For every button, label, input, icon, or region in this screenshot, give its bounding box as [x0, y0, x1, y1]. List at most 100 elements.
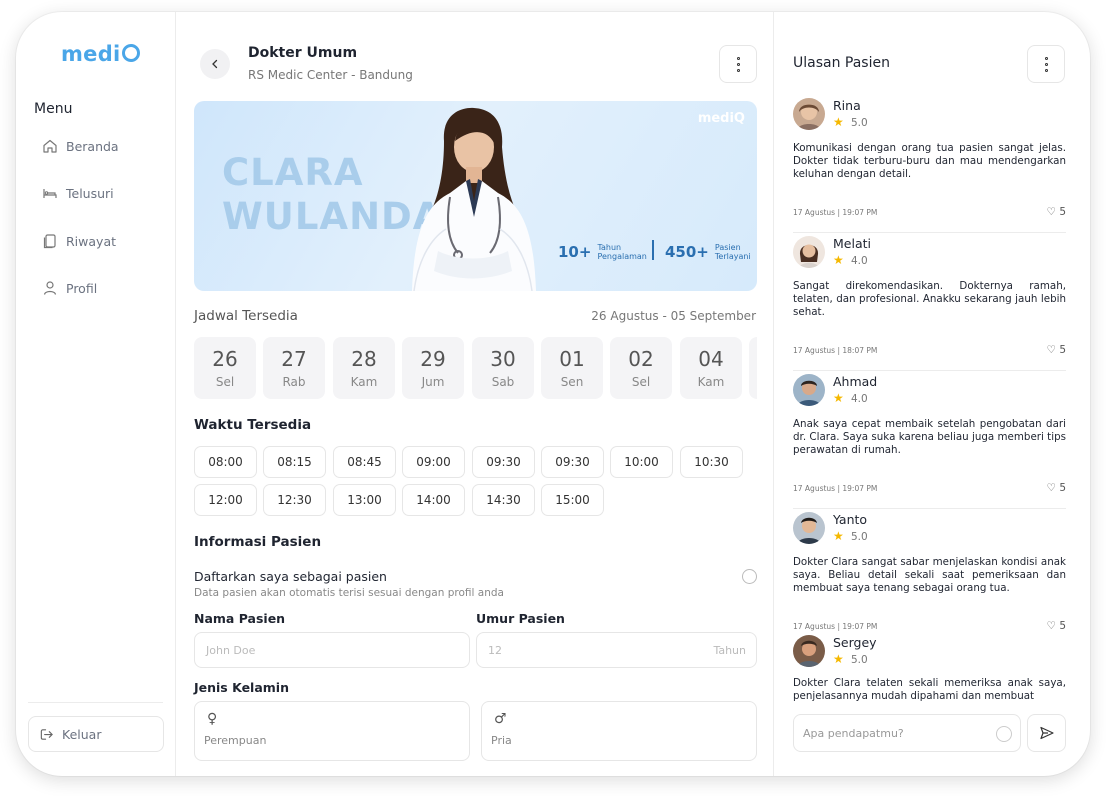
date-option[interactable]: 30 Sab — [472, 337, 534, 399]
sidebar-divider — [28, 702, 163, 703]
avatar — [793, 512, 825, 544]
schedule-range: 26 Agustus - 05 September — [591, 309, 756, 323]
sidebar-item-label: Riwayat — [66, 233, 116, 249]
sidebar-item-profil[interactable]: Profil — [42, 280, 97, 296]
avatar — [793, 98, 825, 130]
sidebar-item-beranda[interactable]: Beranda — [42, 138, 119, 154]
reviews-more-button[interactable] — [1027, 45, 1065, 83]
avatar — [793, 236, 825, 268]
time-slot[interactable]: 15:00 — [541, 484, 604, 516]
avatar — [793, 374, 825, 406]
doctor-banner: CLARA WULANDA mediQ 10+ TahunPengalaman — [194, 101, 757, 291]
review-date: 17 Agustus | 19:07 PM — [793, 622, 878, 631]
reviewer-name: Sergey — [833, 635, 877, 650]
time-slot[interactable]: 08:15 — [263, 446, 326, 478]
date-option[interactable]: 27 Rab — [263, 337, 325, 399]
send-icon — [1039, 726, 1054, 740]
main-content: Dokter Umum RS Medic Center - Bandung CL… — [176, 12, 774, 776]
sidebar-item-label: Telusuri — [66, 185, 114, 201]
heart-icon: ♡ — [1046, 620, 1056, 632]
time-slot[interactable]: 08:45 — [333, 446, 396, 478]
date-option[interactable]: 02 Sel — [610, 337, 672, 399]
review-date: 17 Agustus | 19:07 PM — [793, 484, 878, 493]
user-icon — [43, 281, 57, 295]
like-button[interactable]: ♡ 5 — [1047, 620, 1066, 632]
logout-icon — [40, 728, 53, 740]
bed-icon — [43, 189, 57, 198]
date-option[interactable]: 26 Sel — [194, 337, 256, 399]
gender-option-label: Pria — [491, 734, 512, 747]
sidebar-item-riwayat[interactable]: Riwayat — [42, 233, 116, 249]
patients-label-2: Terlayani — [714, 252, 751, 261]
review-rating: 4.0 — [851, 255, 868, 267]
register-self-radio[interactable] — [742, 569, 757, 584]
date-option[interactable]: 29 Jum — [402, 337, 464, 399]
patients-stat: 450+ Pasien Terlayani — [665, 243, 751, 261]
more-options-button[interactable] — [719, 45, 757, 83]
star-icon: ★ — [833, 253, 844, 267]
time-slot[interactable]: 10:00 — [610, 446, 673, 478]
comment-input[interactable]: Apa pendapatmu? — [793, 714, 1021, 752]
star-icon: ★ — [833, 115, 844, 129]
gender-option-female[interactable]: ♀ Perempuan — [194, 701, 470, 761]
like-count: 5 — [1059, 482, 1066, 494]
date-option-partial[interactable] — [749, 337, 757, 399]
heart-icon: ♡ — [1046, 344, 1056, 356]
patients-label: Pasien — [714, 243, 741, 252]
time-slot[interactable]: 12:00 — [194, 484, 257, 516]
experience-stat: 10+ Tahun Pengalaman — [558, 243, 647, 261]
app-window: medi Menu Beranda Telusuri Riwayat Profi… — [16, 12, 1090, 776]
date-weekday: Kam — [697, 375, 725, 389]
like-button[interactable]: ♡ 5 — [1047, 206, 1066, 218]
date-weekday: Rab — [282, 375, 306, 389]
time-slot[interactable]: 10:30 — [680, 446, 743, 478]
female-icon: ♀ — [207, 711, 218, 727]
sidebar-item-label: Beranda — [66, 138, 119, 154]
time-slot[interactable]: 13:00 — [333, 484, 396, 516]
like-button[interactable]: ♡ 5 — [1047, 344, 1066, 356]
time-slot[interactable]: 09:30 — [541, 446, 604, 478]
time-slot[interactable]: 09:30 — [472, 446, 535, 478]
patient-age-input[interactable]: 12 Tahun — [476, 632, 757, 668]
patient-name-input[interactable]: John Doe — [194, 632, 470, 668]
date-day: 01 — [559, 347, 585, 371]
date-option[interactable]: 04 Kam — [680, 337, 742, 399]
time-slot[interactable]: 14:00 — [402, 484, 465, 516]
chevron-left-icon — [212, 59, 218, 69]
reviewer-name: Rina — [833, 98, 861, 113]
more-vertical-icon — [1044, 56, 1048, 72]
time-slot[interactable]: 08:00 — [194, 446, 257, 478]
time-slot[interactable]: 14:30 — [472, 484, 535, 516]
schedule-title: Jadwal Tersedia — [194, 308, 298, 324]
star-icon: ★ — [833, 391, 844, 405]
patient-info-title: Informasi Pasien — [194, 534, 322, 550]
emoji-icon[interactable] — [996, 726, 1012, 742]
date-weekday: Sen — [560, 375, 584, 389]
time-slot[interactable]: 12:30 — [263, 484, 326, 516]
gender-label: Jenis Kelamin — [194, 680, 289, 695]
doctor-photo — [412, 107, 536, 291]
patient-name-label: Nama Pasien — [194, 611, 286, 626]
time-slot[interactable]: 09:00 — [402, 446, 465, 478]
banner-logo: mediQ — [697, 111, 745, 126]
like-button[interactable]: ♡ 5 — [1047, 482, 1066, 494]
date-day: 29 — [420, 347, 446, 371]
date-option[interactable]: 28 Kam — [333, 337, 395, 399]
date-option[interactable]: 01 Sen — [541, 337, 603, 399]
send-button[interactable] — [1027, 714, 1066, 752]
logout-button[interactable]: Keluar — [28, 716, 164, 752]
patient-name-placeholder: John Doe — [206, 643, 256, 657]
date-weekday: Sel — [631, 375, 651, 389]
experience-value: 10+ — [558, 243, 592, 261]
sidebar-item-telusuri[interactable]: Telusuri — [42, 185, 114, 201]
review-item: Sergey ★ 5.0 Dokter Clara telaten sekali… — [793, 635, 1066, 706]
gender-option-male[interactable]: ♂ Pria — [481, 701, 757, 761]
page-title: Dokter Umum — [248, 45, 358, 61]
sidebar: medi Menu Beranda Telusuri Riwayat Profi… — [16, 12, 176, 776]
experience-label: Tahun — [597, 243, 622, 252]
date-day: 28 — [351, 347, 377, 371]
sidebar-item-label: Profil — [66, 280, 98, 296]
register-self-hint: Data pasien akan otomatis terisi sesuai … — [194, 587, 504, 599]
register-self-label: Daftarkan saya sebagai pasien — [194, 569, 387, 584]
back-button[interactable] — [200, 49, 230, 79]
